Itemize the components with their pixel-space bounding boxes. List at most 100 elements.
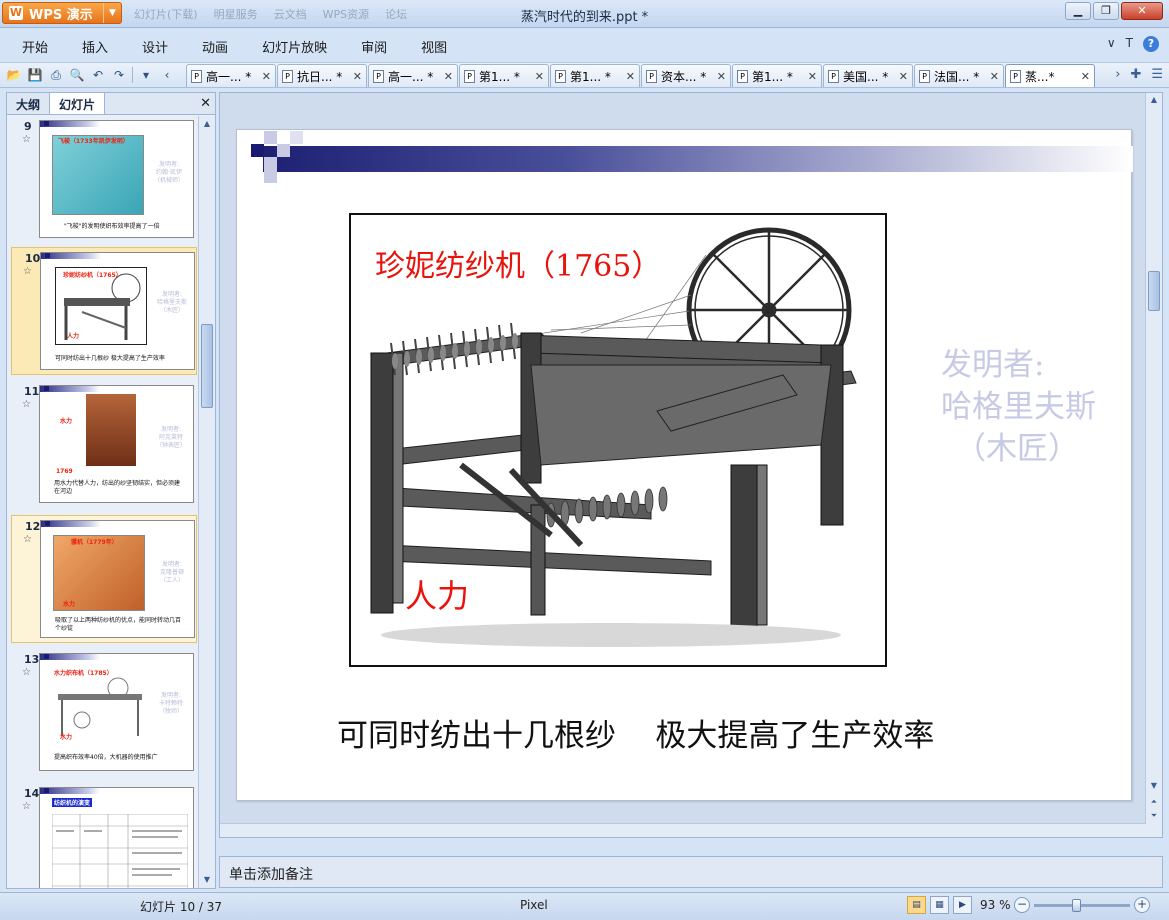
undo-icon[interactable]: ↶ (90, 67, 106, 83)
decor-square (264, 170, 277, 183)
thumb-year: 1769 (56, 468, 73, 475)
slide-caption[interactable]: 可同时纺出十几根纱 极大提高了生产效率 (337, 710, 934, 755)
notes-pane[interactable]: 单击添加备注 (219, 856, 1163, 888)
thumbnail-scrollbar[interactable]: ▲ ▼ (198, 116, 215, 888)
scroll-down-icon[interactable]: ▼ (199, 872, 215, 888)
slide-canvas[interactable]: 珍妮纺纱机（1765） 人力 发明者: 哈格里夫斯 （木匠） 可同时纺出十几根纱… (236, 129, 1133, 801)
slide-thumbnail-selected[interactable]: 10 ☆ 珍妮纺纱机（1765） 人力 发明者: 哈格里夫斯 （木匠） 可同时纺… (11, 247, 197, 375)
close-tab-icon[interactable]: ✕ (899, 70, 908, 83)
next-slide-icon[interactable]: ⏷ (1146, 809, 1162, 823)
redo-icon[interactable]: ↷ (111, 67, 127, 83)
new-tab-icon[interactable]: ✚ (1130, 67, 1141, 82)
tab-slides[interactable]: 幻灯片 (49, 92, 106, 114)
modified-mark: * (427, 69, 434, 84)
scrollbar-thumb[interactable] (1148, 271, 1160, 311)
spinning-jenny-image[interactable]: 珍妮纺纱机（1765） 人力 (349, 213, 887, 667)
slide-number: 10 (25, 252, 41, 265)
close-button[interactable]: ✕ (1121, 2, 1163, 20)
close-tab-icon[interactable]: ✕ (626, 70, 635, 83)
help-icon[interactable]: ? (1143, 36, 1159, 52)
slide-thumbnail[interactable]: 13 ☆ 水力织布机（1785） 水力 发明者: 卡特赖特 （牧师） 提高织布效… (11, 649, 197, 777)
close-tab-icon[interactable]: ✕ (262, 70, 271, 83)
scroll-down-icon[interactable]: ▼ (1146, 779, 1162, 793)
tabs-left-icon[interactable]: ‹ (159, 67, 175, 83)
menu-slideshow[interactable]: 幻灯片放映 (262, 37, 327, 56)
open-icon[interactable]: 📂 (6, 67, 22, 83)
doc-tab[interactable]: P 高一... * ✕ (186, 64, 276, 87)
zoom-slider-track[interactable] (1034, 904, 1130, 907)
slide-number: 14 (24, 787, 40, 800)
close-tab-icon[interactable]: ✕ (808, 70, 817, 83)
decor-square (277, 144, 290, 157)
slide-thumbnail[interactable]: 9 ☆ 飞梭（1733年凯伊发明） 发明者: 约翰·凯伊 （机械师） "飞梭"的… (11, 116, 197, 244)
notes-placeholder: 单击添加备注 (229, 867, 313, 883)
zoom-out-icon[interactable]: − (1014, 897, 1030, 913)
menu-animation[interactable]: 动画 (202, 37, 228, 56)
band-square (44, 788, 49, 793)
close-tab-icon[interactable]: ✕ (717, 70, 726, 83)
close-tab-icon[interactable]: ✕ (535, 70, 544, 83)
thumb-caption: 吸取了以上两种纺纱机的优点，能同时转动几百个纱锭 (55, 617, 182, 632)
doc-tab[interactable]: P 法国... * ✕ (914, 64, 1004, 87)
zoom-level[interactable]: 93 % (980, 898, 1011, 912)
close-tab-icon[interactable]: ✕ (444, 70, 453, 83)
title-band (41, 253, 101, 259)
editor-horizontal-scrollbar[interactable] (220, 823, 1146, 837)
menu-review[interactable]: 审阅 (361, 37, 387, 56)
scrollbar-thumb[interactable] (201, 324, 213, 408)
doc-tab[interactable]: P 抗日... * ✕ (277, 64, 367, 87)
zoom-in-icon[interactable]: + (1134, 897, 1150, 913)
close-tab-icon[interactable]: ✕ (990, 70, 999, 83)
slide-thumbnail[interactable]: 11 ☆ 水力 1769 发明者: 阿克莱特 （钟表匠） 用水力代替人力，纺出的… (11, 381, 197, 509)
editor-vertical-scrollbar[interactable]: ▲ ▼ ⏶ ⏷ (1145, 93, 1162, 837)
doc-tab[interactable]: P 资本... * ✕ (641, 64, 731, 87)
thumb-title: 飞梭（1733年凯伊发明） (58, 138, 129, 145)
slide-thumbnail[interactable]: 14 ☆ 纺织机的演变 (11, 783, 197, 888)
slides-panel: 大纲 幻灯片 ✕ 9 ☆ 飞梭（1733年凯伊发明） 发明者: 约翰·凯伊 （机… (6, 92, 216, 889)
normal-view-icon[interactable]: ▤ (907, 896, 926, 914)
skin-icon[interactable]: T (1126, 36, 1133, 52)
menu-view[interactable]: 视图 (421, 37, 447, 56)
tab-list-icon[interactable]: ☰ (1151, 67, 1163, 82)
tabs-scroll-right-icon[interactable]: › (1115, 67, 1120, 82)
decor-square (251, 144, 264, 157)
dropdown-icon[interactable]: ▾ (138, 67, 154, 83)
ppt-file-icon: P (737, 69, 748, 83)
scroll-up-icon[interactable]: ▲ (1146, 93, 1162, 107)
slideshow-icon[interactable]: ▶ (953, 896, 972, 914)
collapse-ribbon-icon[interactable]: ∨ (1107, 36, 1116, 52)
scroll-up-icon[interactable]: ▲ (199, 116, 215, 132)
title-band (40, 654, 100, 660)
ppt-file-icon: P (1010, 69, 1021, 83)
doc-tab-active[interactable]: P 蒸...* ✕ (1005, 64, 1095, 87)
print-icon[interactable]: ⎙ (48, 67, 64, 83)
print-preview-icon[interactable]: 🔍 (69, 67, 85, 83)
slide-sorter-icon[interactable]: ▦ (930, 896, 949, 914)
band-square (45, 253, 50, 258)
close-tab-icon[interactable]: ✕ (353, 70, 362, 83)
doc-tab-label: 资本... (661, 69, 697, 84)
doc-tab[interactable]: P 第1... * ✕ (550, 64, 640, 87)
minimize-button[interactable]: ▁ (1065, 2, 1091, 20)
close-panel-icon[interactable]: ✕ (200, 96, 211, 111)
save-icon[interactable]: 💾 (27, 67, 43, 83)
close-tab-icon[interactable]: ✕ (1081, 70, 1090, 83)
menu-insert[interactable]: 插入 (82, 37, 108, 56)
doc-tab[interactable]: P 高一... * ✕ (368, 64, 458, 87)
power-source-label[interactable]: 人力 (405, 571, 469, 617)
slide-thumbnail[interactable]: 12 ☆ 骡机（1779年） 水力 发明者: 克隆普顿 （工人） 吸取了以上两种… (11, 515, 197, 643)
maximize-button[interactable]: ❐ (1093, 2, 1119, 20)
zoom-slider-knob[interactable] (1072, 899, 1082, 912)
menu-home[interactable]: 开始 (22, 37, 48, 56)
doc-tab[interactable]: P 美国... * ✕ (823, 64, 913, 87)
tab-outline[interactable]: 大纲 (7, 93, 49, 114)
menu-design[interactable]: 设计 (142, 37, 168, 56)
inventor-textbox[interactable]: 发明者: 哈格里夫斯 （木匠） (941, 344, 1096, 470)
doc-tab[interactable]: P 第1... * ✕ (459, 64, 549, 87)
slide-number: 13 (24, 653, 40, 666)
doc-tab[interactable]: P 第1... * ✕ (732, 64, 822, 87)
thumb-caption: 可同时纺出十几根纱 极大提高了生产效率 (55, 355, 165, 362)
previous-slide-icon[interactable]: ⏶ (1146, 795, 1162, 809)
slide-title[interactable]: 珍妮纺纱机（1765） (375, 241, 661, 285)
loom-image (52, 135, 144, 215)
